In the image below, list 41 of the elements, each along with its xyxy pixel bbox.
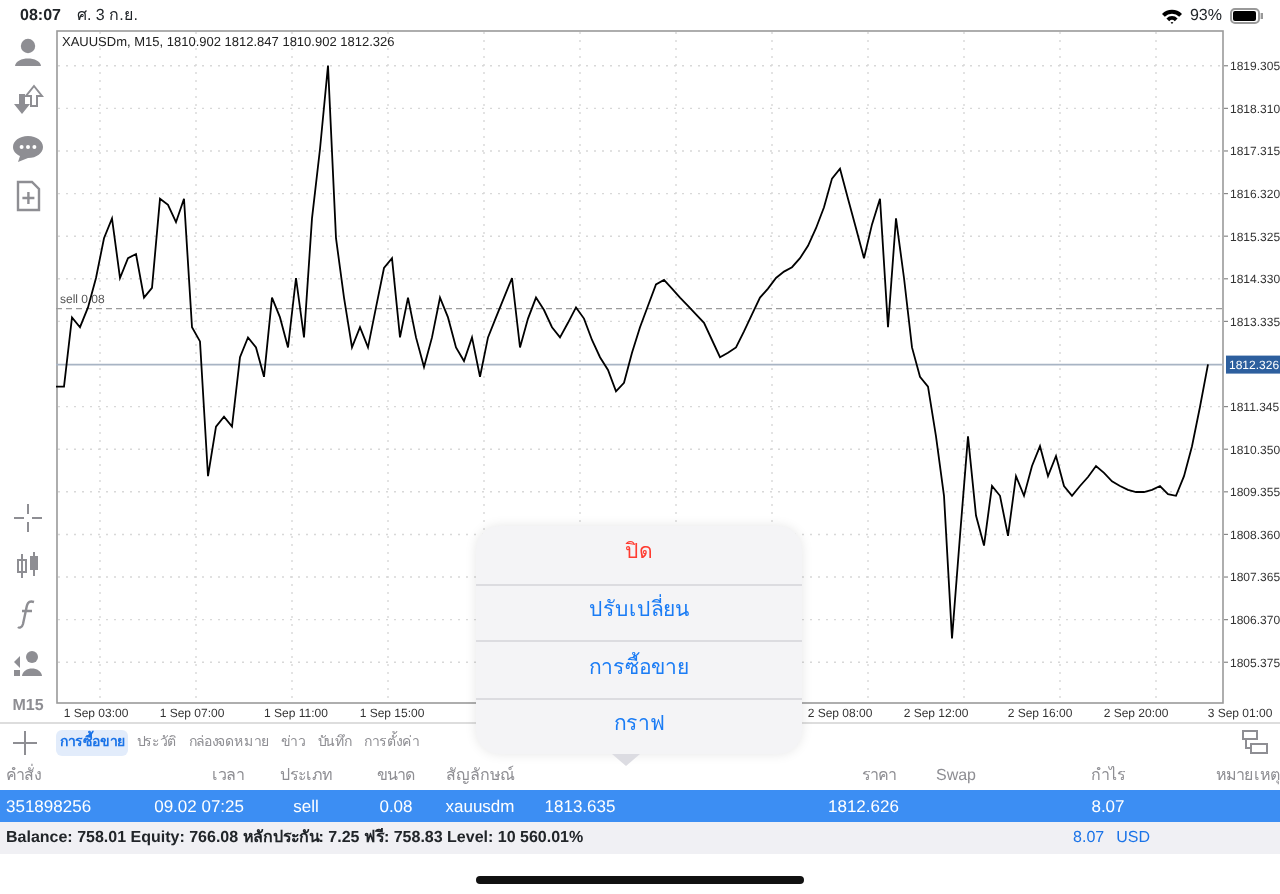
currency-label: USD (1116, 826, 1150, 850)
menu-item[interactable]: การซื้อขาย (476, 640, 802, 697)
table-cell-text: xauusdm (443, 793, 517, 819)
table-cell-text: 8.07 (1089, 793, 1127, 819)
column-header: ราคา (860, 763, 896, 787)
menu-item[interactable]: กราฟ (476, 697, 802, 754)
account-summary: Balance: 758.01 Equity: 766.08 หลักประกัน: 7.25 ฟรี: 758.83 Level: 10 560.01% (6, 826, 584, 850)
column-header: เวลา (210, 763, 244, 787)
table-cell-text: 09.02 07:25 (152, 793, 244, 819)
menu-item[interactable]: ปรับเปลี่ยน (476, 583, 802, 640)
date-text: ศ. 3 ก.ย. (76, 3, 139, 27)
crosshair-icon[interactable] (12, 502, 44, 534)
column-header: ขนาด (375, 763, 417, 787)
objects-icon[interactable] (12, 646, 44, 678)
column-header: Swap (933, 763, 978, 787)
table-cell-text: sell (291, 793, 321, 819)
new-document-icon[interactable] (12, 180, 44, 212)
column-header: สัญลักษณ์ (444, 763, 517, 787)
table-cell: 1812.626 (828, 793, 896, 819)
popover-pointer (612, 754, 640, 766)
column-header: หมายเหตุ (1214, 763, 1280, 787)
layout-icon[interactable] (1242, 730, 1268, 754)
clock-time: 08:07 (20, 3, 61, 27)
candlestick-icon[interactable] (12, 550, 44, 582)
table-cell-text: 1813.635 (542, 793, 618, 819)
table-cell-text: 0.08 (377, 793, 415, 819)
trade-arrows-icon[interactable] (12, 84, 44, 116)
wifi-icon (1161, 7, 1182, 23)
chat-icon[interactable] (12, 132, 44, 164)
battery-percent: 93% (1189, 3, 1222, 27)
timeframe-button[interactable]: M15 (12, 694, 44, 718)
column-header: คำสั่ง (4, 763, 44, 787)
add-icon[interactable] (12, 729, 38, 755)
battery-icon (1230, 7, 1264, 23)
total-profit: 8.07 (1073, 826, 1105, 850)
column-header: ประเภท (278, 763, 334, 787)
table-row[interactable]: 351898256 09.02 07:25 sell 0.08 xauusdm 1813.635 1812.626 8.07 (0, 790, 1280, 822)
table-cell-text: 351898256 (4, 793, 94, 819)
menu-item[interactable]: ปิด (476, 526, 802, 583)
account-icon[interactable] (12, 36, 44, 68)
column-header: กำไร (1089, 763, 1127, 787)
